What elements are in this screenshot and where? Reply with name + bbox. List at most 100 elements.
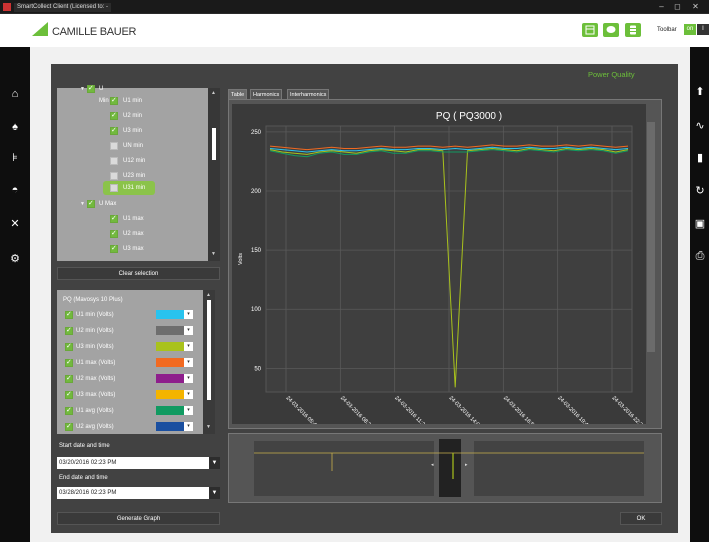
series-list: PQ (Mavosys 10 Plus) U1 min (Volts) ▾ U2 m…	[57, 290, 203, 434]
start-date-input[interactable]: 03/20/2016 02:23 PM	[57, 457, 210, 469]
save-icon[interactable]: ▣	[693, 217, 707, 231]
chart-icon[interactable]: ♠	[8, 120, 22, 134]
collapse-icon[interactable]: ▼	[80, 83, 85, 95]
layout-icon[interactable]	[582, 23, 598, 37]
scroll-thumb[interactable]	[212, 128, 216, 160]
database-icon[interactable]	[625, 23, 641, 37]
y-tick-label: 150	[251, 248, 262, 254]
y-axis-label: Volts	[238, 253, 244, 265]
color-swatch[interactable]	[156, 310, 184, 319]
color-swatch[interactable]	[156, 422, 184, 431]
series-label: U1 avg (Volts)	[76, 408, 114, 414]
checkbox-icon[interactable]	[65, 373, 73, 385]
color-swatch[interactable]	[156, 374, 184, 383]
close-button[interactable]: ✕	[688, 2, 703, 12]
window-titlebar: SmartCollect Client (Licensed to: - – ◻ …	[0, 0, 709, 14]
checkbox-icon[interactable]	[110, 157, 118, 165]
series-label: U2 max (Volts)	[76, 376, 116, 382]
color-swatch[interactable]	[156, 326, 184, 335]
color-swatch[interactable]	[156, 406, 184, 415]
generate-graph-button[interactable]: Generate Graph	[57, 512, 220, 525]
color-dropdown-icon[interactable]: ▾	[184, 422, 193, 431]
scroll-thumb[interactable]	[647, 122, 655, 352]
checkbox-icon[interactable]	[87, 198, 95, 210]
panel-title: Power Quality	[588, 70, 635, 79]
scroll-up-icon[interactable]: ▲	[211, 90, 216, 96]
upload-icon[interactable]: ⬆	[693, 85, 707, 99]
refresh-icon[interactable]: ↻	[693, 184, 707, 198]
tab-harmonics[interactable]: Harmonics	[250, 89, 283, 99]
color-dropdown-icon[interactable]: ▾	[184, 342, 193, 351]
document-icon[interactable]: ▮	[693, 151, 707, 165]
scroll-down-icon[interactable]: ▼	[206, 424, 211, 430]
checkbox-icon[interactable]	[110, 172, 118, 180]
scroll-thumb[interactable]	[207, 300, 211, 400]
minimize-button[interactable]: –	[654, 2, 669, 12]
checkbox-icon[interactable]	[110, 95, 118, 107]
checkbox-icon[interactable]	[65, 309, 73, 321]
chart-vertical-scrollbar[interactable]	[646, 104, 656, 401]
checkbox-icon[interactable]	[110, 110, 118, 122]
scroll-up-icon[interactable]: ▲	[206, 292, 211, 298]
color-dropdown-icon[interactable]: ▾	[184, 326, 193, 335]
checkbox-icon[interactable]	[110, 142, 118, 150]
series-label: U2 avg (Volts)	[76, 424, 114, 430]
collapse-icon[interactable]: ▼	[80, 198, 85, 210]
chat-icon[interactable]	[603, 23, 619, 37]
series-title: PQ (Mavosys 10 Plus)	[63, 297, 123, 303]
checkbox-icon[interactable]	[110, 228, 118, 240]
waveform-icon[interactable]: ∿	[693, 119, 707, 133]
home-icon[interactable]: ⌂	[8, 87, 22, 101]
y-tick-label: 200	[251, 189, 262, 195]
series-label: U3 max (Volts)	[76, 392, 116, 398]
window-title: SmartCollect Client (Licensed to: -	[14, 3, 112, 12]
toolbar-off-toggle[interactable]: I	[697, 24, 709, 35]
checkbox-icon[interactable]	[65, 341, 73, 353]
tree-scrollbar[interactable]: ▲ ▼	[208, 88, 220, 261]
checkbox-icon[interactable]	[110, 243, 118, 255]
checkbox-icon[interactable]	[87, 83, 95, 95]
tree-item-selected[interactable]: U31 min	[103, 181, 155, 195]
scroll-down-icon[interactable]: ▼	[211, 251, 216, 257]
settings-icon[interactable]: ⚙	[8, 252, 22, 266]
color-dropdown-icon[interactable]: ▾	[184, 310, 193, 319]
time-navigator[interactable]: ◂ ▸	[228, 433, 662, 503]
checkbox-icon[interactable]	[110, 213, 118, 225]
color-swatch[interactable]	[156, 358, 184, 367]
camille-bauer-logo	[32, 22, 48, 36]
dashboard-icon[interactable]: ◓	[8, 183, 22, 197]
checkbox-icon[interactable]	[65, 357, 73, 369]
color-dropdown-icon[interactable]: ▾	[184, 390, 193, 399]
checkbox-icon[interactable]	[65, 405, 73, 417]
toolbar-on-toggle[interactable]: on	[684, 24, 696, 35]
checkbox-icon[interactable]	[65, 389, 73, 401]
clear-selection-button[interactable]: Clear selection	[57, 267, 220, 280]
color-swatch[interactable]	[156, 342, 184, 351]
checkbox-icon[interactable]	[65, 421, 73, 433]
color-dropdown-icon[interactable]: ▾	[184, 406, 193, 415]
end-date-dropdown-icon[interactable]: ▼	[209, 487, 220, 499]
toolbar-label: Toolbar	[657, 27, 677, 33]
checkbox-icon[interactable]	[110, 184, 118, 192]
checkbox-icon[interactable]	[110, 125, 118, 137]
chart-title: PQ ( PQ3000 )	[436, 111, 502, 122]
app-icon	[3, 3, 11, 11]
pq-chart: PQ ( PQ3000 )Volts5010015020025024-03-20…	[232, 104, 646, 424]
color-dropdown-icon[interactable]: ▾	[184, 358, 193, 367]
print-icon[interactable]: ⎙	[693, 249, 707, 263]
checkbox-icon[interactable]	[65, 325, 73, 337]
series-label: U1 max (Volts)	[76, 360, 116, 366]
start-date-dropdown-icon[interactable]: ▼	[209, 457, 220, 469]
series-scrollbar[interactable]: ▲ ▼	[203, 290, 215, 434]
tools-icon[interactable]: ✕	[8, 217, 22, 231]
ok-button[interactable]: OK	[620, 512, 662, 525]
network-icon[interactable]: ⊧	[8, 151, 22, 165]
tab-interharmonics[interactable]: Interharmonics	[287, 89, 330, 99]
color-swatch[interactable]	[156, 390, 184, 399]
color-dropdown-icon[interactable]: ▾	[184, 374, 193, 383]
right-toolbar: ⬆ ∿ ▮ ↻ ▣ ⎙	[690, 47, 709, 542]
end-date-input[interactable]: 03/28/2016 02:23 PM	[57, 487, 210, 499]
maximize-button[interactable]: ◻	[670, 2, 685, 12]
tab-table[interactable]: Table	[228, 89, 248, 99]
start-date-label: Start date and time	[59, 443, 110, 449]
